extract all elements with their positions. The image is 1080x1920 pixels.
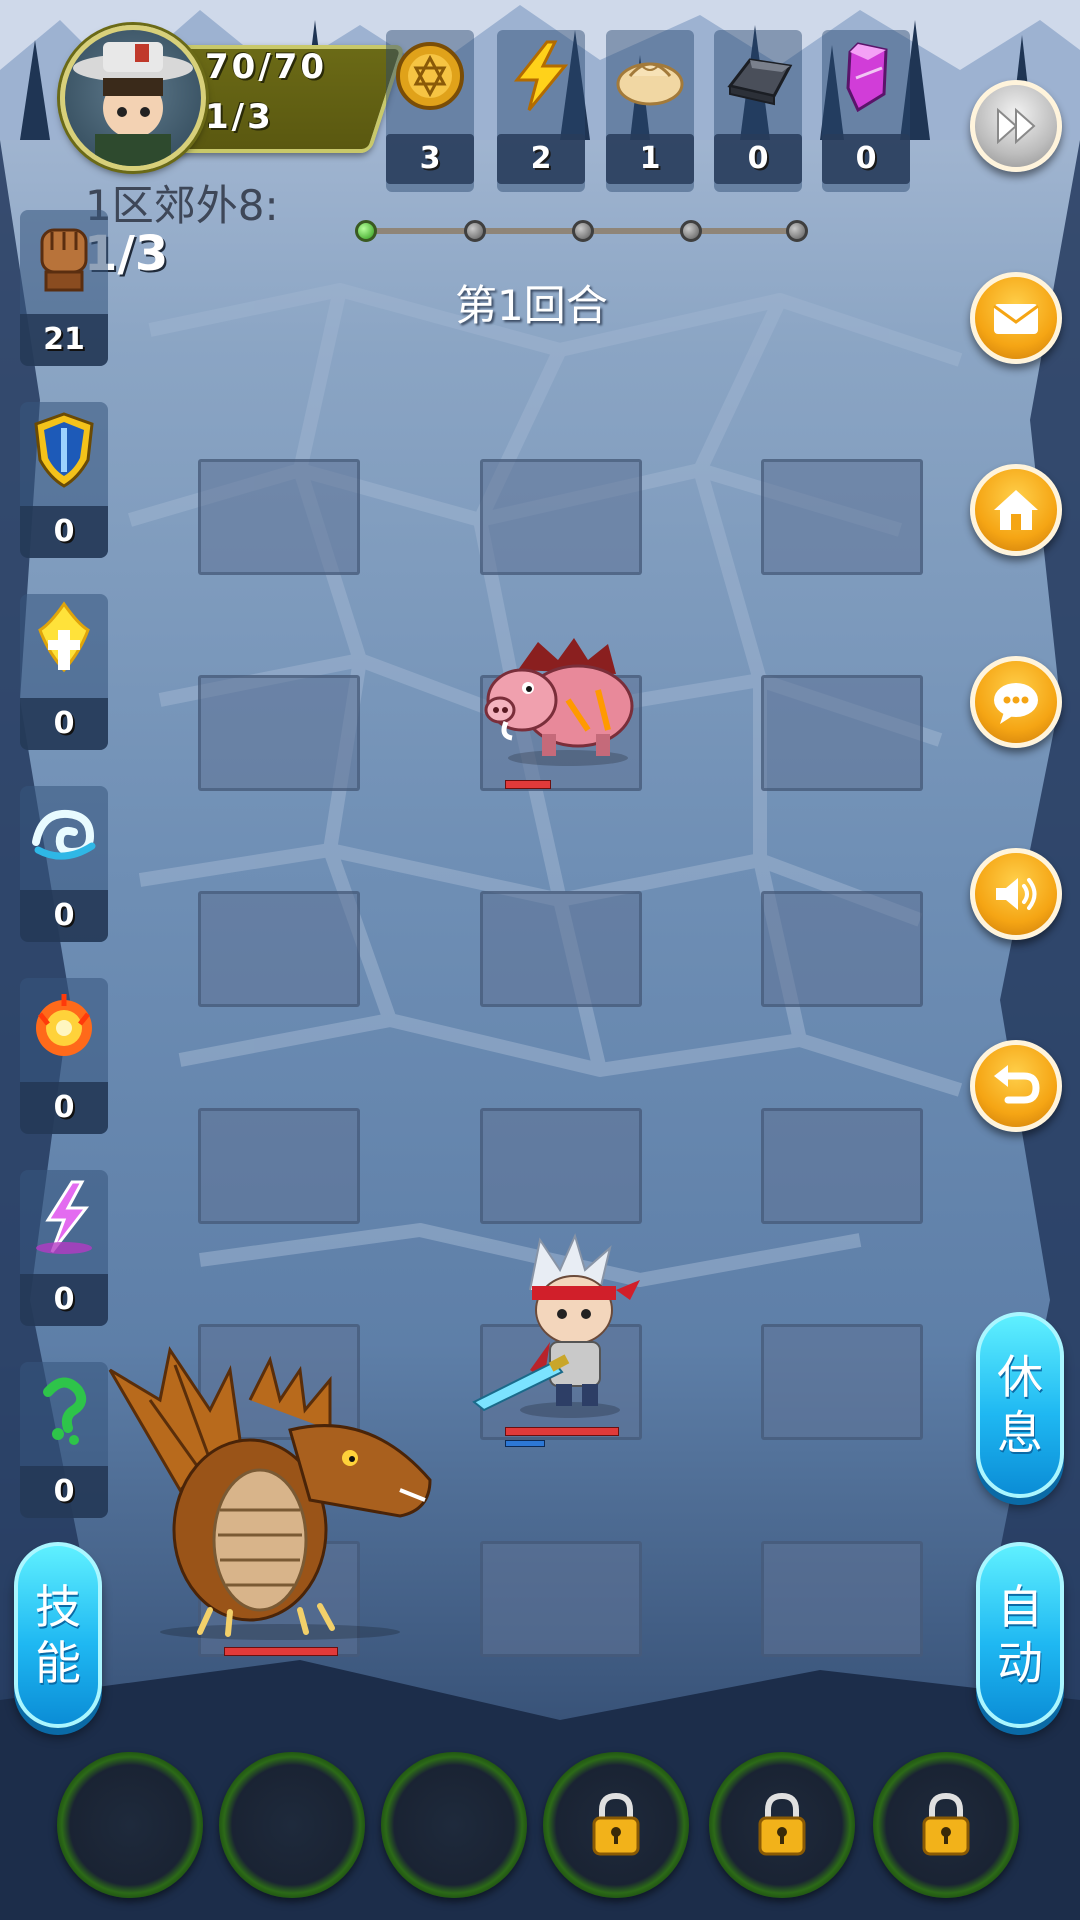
fire-count: 0 [20, 1082, 108, 1134]
home-icon [994, 490, 1038, 530]
wave-dot [464, 220, 486, 242]
skill-slot-1[interactable] [57, 1752, 203, 1898]
auto-button[interactable]: 自 动 [976, 1542, 1064, 1728]
energy-count: 2 [497, 134, 585, 184]
grid-cell[interactable] [761, 1324, 923, 1440]
rest-button[interactable]: 休 息 [976, 1312, 1064, 1498]
mail-button[interactable] [970, 272, 1062, 364]
lightning-bolt-icon [513, 40, 569, 111]
auto-label-1: 自 [997, 1580, 1043, 1634]
player-stage-progress: 1/3 [205, 97, 274, 137]
padlock-icon [592, 1792, 640, 1856]
element-fist: 21 [20, 210, 108, 366]
wave-dot [786, 220, 808, 242]
element-lightning: 0 [20, 1170, 108, 1326]
grid-cell[interactable] [761, 891, 923, 1007]
fast-forward-icon [997, 107, 1036, 145]
skill-label-2: 能 [35, 1636, 81, 1690]
grid-cell[interactable] [761, 675, 923, 791]
level-title: 1区郊外8: [85, 181, 279, 230]
grid-cell[interactable] [480, 459, 642, 575]
element-holy: 0 [20, 594, 108, 750]
poison-count: 0 [20, 1466, 108, 1518]
padlock-icon [922, 1792, 970, 1856]
grid-cell[interactable] [198, 675, 360, 791]
poison-icon [43, 1377, 87, 1445]
dumpling-icon [616, 62, 684, 106]
grid-cell[interactable] [761, 1541, 923, 1657]
chat-bubble-icon [994, 683, 1038, 724]
food-count: 1 [606, 134, 694, 184]
grid-cell[interactable] [198, 891, 360, 1007]
wave-dot [680, 220, 702, 242]
element-water: 0 [20, 786, 108, 942]
grid-cell[interactable] [761, 1108, 923, 1224]
element-shield: 0 [20, 402, 108, 558]
element-fire: 0 [20, 978, 108, 1134]
resource-crystal: 0 [822, 30, 910, 192]
speaker-icon [996, 878, 1037, 910]
mail-icon [993, 304, 1039, 334]
wave-dot [355, 220, 377, 242]
gold-count: 3 [386, 134, 474, 184]
iron-count: 0 [714, 134, 802, 184]
grid-cell[interactable] [198, 1108, 360, 1224]
grid-cell[interactable] [198, 459, 360, 575]
back-button[interactable] [970, 1040, 1062, 1132]
resource-gold: 3 [386, 30, 474, 192]
fist-icon [40, 228, 88, 292]
grid-cell[interactable] [480, 1108, 642, 1224]
skill-slot-2[interactable] [219, 1752, 365, 1898]
padlock-icon [758, 1792, 806, 1856]
fist-count: 21 [20, 314, 108, 366]
skill-slot-5-locked[interactable] [709, 1752, 855, 1898]
rest-label-1: 休 [997, 1350, 1043, 1404]
dragon-hp-bar [224, 1647, 338, 1656]
sound-button[interactable] [970, 848, 1062, 940]
resource-iron: 0 [714, 30, 802, 192]
gold-coin-icon [396, 42, 464, 110]
skill-slot-6-locked[interactable] [873, 1752, 1019, 1898]
fast-forward-button[interactable] [970, 80, 1062, 172]
skill-label-1: 技 [35, 1580, 81, 1634]
hero-mp-bar [505, 1440, 545, 1447]
holy-light-icon [38, 601, 90, 673]
skill-slot-4-locked[interactable] [543, 1752, 689, 1898]
hero-hp-bar [505, 1427, 619, 1436]
home-button[interactable] [970, 464, 1062, 556]
shield-count: 0 [20, 506, 108, 558]
skill-slot-3[interactable] [381, 1752, 527, 1898]
wave-dot [572, 220, 594, 242]
grid-cell[interactable] [480, 891, 642, 1007]
chat-button[interactable] [970, 656, 1062, 748]
holy-count: 0 [20, 698, 108, 750]
game-screen: 70/70 1/3 3 2 1 0 0 1区郊外8: 1/3 第1回合 21 0… [0, 0, 1080, 1920]
iron-ingot-icon [727, 58, 793, 106]
rest-label-2: 息 [997, 1406, 1043, 1460]
lightning-count: 0 [20, 1274, 108, 1326]
return-arrow-icon [994, 1065, 1040, 1104]
enemy-hp-bar [505, 780, 551, 789]
water-wave-icon [32, 809, 96, 860]
water-count: 0 [20, 890, 108, 942]
enemy-boar[interactable] [478, 630, 648, 770]
resource-energy: 2 [497, 30, 585, 192]
round-label: 第1回合 [455, 281, 608, 330]
hero-swordsman[interactable] [470, 1230, 660, 1420]
dragon-ally[interactable] [100, 1340, 460, 1640]
element-poison: 0 [20, 1362, 108, 1518]
lightning-icon [36, 1180, 92, 1254]
grid-cell[interactable] [761, 459, 923, 575]
player-avatar[interactable] [60, 25, 206, 171]
shield-icon [34, 412, 94, 488]
player-hp: 70/70 [205, 47, 328, 87]
skill-button[interactable]: 技 能 [14, 1542, 102, 1728]
player-panel[interactable]: 70/70 1/3 [60, 25, 406, 171]
crystal-count: 0 [822, 134, 910, 184]
resource-food: 1 [606, 30, 694, 192]
auto-label-2: 动 [997, 1636, 1043, 1690]
fire-icon [36, 994, 92, 1056]
crystal-gem-icon [846, 42, 888, 113]
grid-cell[interactable] [480, 1541, 642, 1657]
